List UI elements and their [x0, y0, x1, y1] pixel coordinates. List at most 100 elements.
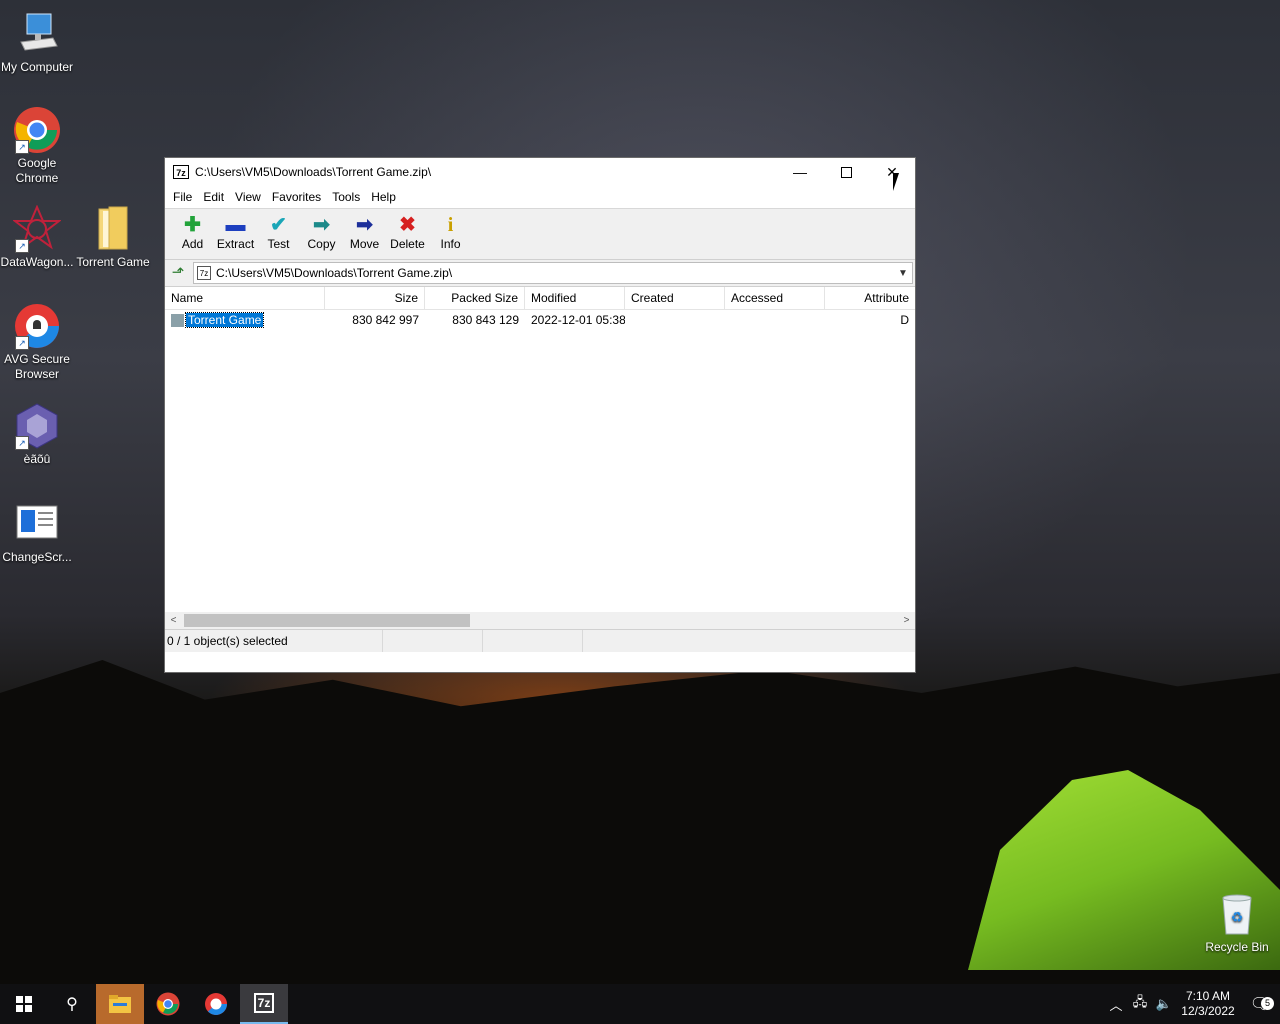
speaker-icon[interactable]: 🔈 [1152, 996, 1176, 1012]
column-header-name[interactable]: Name [165, 287, 325, 309]
datawagon-icon: ↗ [12, 204, 62, 253]
archive-window: 7z C:\Users\VM5\Downloads\Torrent Game.z… [164, 157, 916, 673]
desktop-icon-my-computer[interactable]: My Computer [0, 10, 74, 75]
address-field[interactable]: 7z C:\Users\VM5\Downloads\Torrent Game.z… [193, 262, 913, 284]
desktop-icon-avg-secure-browser[interactable]: ↗ AVG Secure Browser [0, 302, 74, 382]
window-title: C:\Users\VM5\Downloads\Torrent Game.zip\ [195, 165, 432, 179]
start-button[interactable] [0, 984, 48, 1024]
minimize-button[interactable]: — [777, 158, 823, 186]
column-header-accessed[interactable]: Accessed [725, 287, 825, 309]
row-packed-size: 830 843 129 [452, 313, 519, 327]
row-created [625, 310, 725, 330]
chevron-down-icon[interactable]: ▼ [894, 268, 912, 279]
folder-icon [171, 314, 184, 328]
close-button[interactable]: ✕ [869, 158, 915, 186]
windows-logo-icon [16, 996, 32, 1012]
desktop-icon-label: Google Chrome [15, 156, 59, 185]
chrome-icon: ↗ [13, 106, 61, 154]
menu-edit[interactable]: Edit [199, 190, 228, 204]
avg-browser-icon: ↗ [13, 302, 61, 350]
folder-icon [109, 995, 131, 1013]
row-modified: 2022-12-01 05:38 [531, 313, 625, 327]
desktop-icon-google-chrome[interactable]: ↗ Google Chrome [0, 106, 74, 186]
plus-icon: ✚ [184, 214, 201, 236]
column-header-size[interactable]: Size [325, 287, 425, 309]
system-tray: ︿ 🖧 🔈 7:10 AM 12/3/2022 🗨 5 [1104, 984, 1280, 1024]
desktop-icon-label: My Computer [0, 60, 74, 74]
7zip-app-icon: 7z [253, 993, 275, 1013]
taskbar-file-explorer[interactable] [96, 984, 144, 1024]
clock-date: 12/3/2022 [1181, 1004, 1235, 1018]
desktop-icon-label: Recycle Bin [1205, 940, 1269, 954]
file-list[interactable]: Name Size Packed Size Modified Created A… [165, 287, 915, 629]
computer-icon [13, 10, 61, 58]
desktop-icon-label: èãõû [23, 452, 51, 466]
scroll-left-icon[interactable]: < [165, 615, 182, 626]
scroll-thumb[interactable] [184, 614, 470, 627]
desktop-icon-changescreen[interactable]: ChangeScr... [0, 500, 74, 565]
column-header-created[interactable]: Created [625, 287, 725, 309]
zip-archive-icon: 7z [197, 266, 211, 280]
window-titlebar[interactable]: 7z C:\Users\VM5\Downloads\Torrent Game.z… [165, 158, 915, 186]
minimize-icon: — [793, 164, 807, 180]
row-accessed [725, 310, 825, 330]
add-button[interactable]: ✚ Add [171, 209, 214, 251]
desktop-icon-label: AVG Secure Browser [4, 352, 70, 381]
move-arrow-icon: ➡ [356, 214, 373, 236]
column-header-packed-size[interactable]: Packed Size [425, 287, 525, 309]
chrome-icon [156, 992, 180, 1016]
status-selection: 0 / 1 object(s) selected [165, 630, 383, 652]
column-header-attribute[interactable]: Attribute [825, 287, 915, 309]
recycle-bin-icon: ♻ [1213, 890, 1261, 938]
scroll-right-icon[interactable]: > [898, 615, 915, 626]
test-button[interactable]: ✔ Test [257, 209, 300, 251]
scroll-track[interactable] [182, 614, 898, 627]
copy-button[interactable]: ➡ Copy [300, 209, 343, 251]
table-row[interactable]: Torrent Game 830 842 997 830 843 129 202… [165, 310, 915, 330]
row-name-cell: Torrent Game [165, 310, 325, 330]
info-button[interactable]: i Info [429, 209, 472, 251]
desktop-icon-label: ChangeScr... [2, 550, 72, 564]
column-header-modified[interactable]: Modified [525, 287, 625, 309]
desktop-icon-recycle-bin[interactable]: ♻ Recycle Bin [1200, 890, 1274, 955]
desktop-icon-label: Torrent Game [76, 255, 150, 269]
desktop-icon-label: DataWagon... [0, 255, 74, 269]
taskbar-chrome[interactable] [144, 984, 192, 1024]
maximize-icon [840, 166, 852, 178]
row-size: 830 842 997 [352, 313, 419, 327]
minus-icon: ▬ [225, 214, 246, 236]
desktop-icon-datawagon[interactable]: ↗ DataWagon... [0, 204, 74, 270]
shortcut-arrow-icon: ↗ [15, 239, 29, 253]
network-icon[interactable]: 🖧 [1128, 993, 1152, 1015]
shortcut-arrow-icon: ↗ [15, 336, 29, 350]
menu-view[interactable]: View [231, 190, 265, 204]
shortcut-arrow-icon: ↗ [15, 140, 29, 154]
menu-file[interactable]: File [169, 190, 196, 204]
menu-favorites[interactable]: Favorites [268, 190, 325, 204]
x-icon: ✖ [399, 214, 416, 236]
status-cell [483, 630, 583, 652]
check-icon: ✔ [270, 214, 287, 236]
clock-time: 7:10 AM [1185, 989, 1231, 1003]
search-icon: ⚲ [66, 996, 78, 1013]
desktop-icon-game-cube[interactable]: ↗ èãõû [0, 402, 74, 467]
maximize-button[interactable] [823, 158, 869, 186]
row-attribute: D [900, 313, 909, 327]
taskbar-avg-browser[interactable] [192, 984, 240, 1024]
move-button[interactable]: ➡ Move [343, 209, 386, 251]
horizontal-scrollbar[interactable]: < > [165, 612, 915, 629]
menu-tools[interactable]: Tools [328, 190, 364, 204]
folder-up-icon[interactable]: ⬏ [169, 264, 187, 282]
notification-count-badge: 5 [1261, 997, 1274, 1010]
cube-icon: ↗ [13, 402, 61, 450]
chevron-up-icon[interactable]: ︿ [1104, 995, 1128, 1014]
taskbar-7zip[interactable]: 7z [240, 984, 288, 1024]
desktop-icon-torrent-game-folder[interactable]: Torrent Game [76, 205, 150, 270]
clock[interactable]: 7:10 AM 12/3/2022 [1176, 989, 1240, 1019]
extract-button[interactable]: ▬ Extract [214, 209, 257, 251]
7zip-app-icon: 7z [173, 165, 189, 179]
search-button[interactable]: ⚲ [48, 984, 96, 1024]
menu-help[interactable]: Help [367, 190, 400, 204]
notification-center-button[interactable]: 🗨 5 [1240, 994, 1280, 1014]
delete-button[interactable]: ✖ Delete [386, 209, 429, 251]
